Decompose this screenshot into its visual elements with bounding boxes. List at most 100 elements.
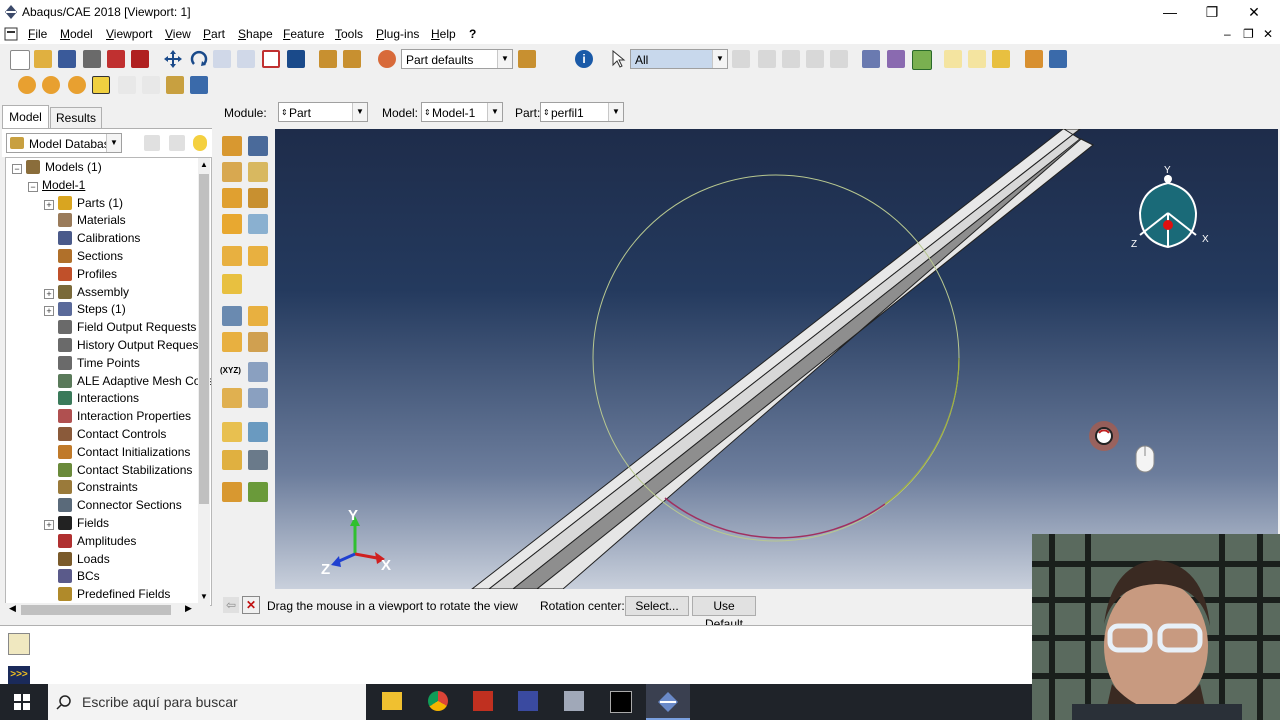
hidden-lines-icon[interactable]	[887, 50, 905, 68]
menu-plugins[interactable]: Plug-ins	[376, 27, 419, 41]
close-button[interactable]: ✕	[1234, 2, 1274, 22]
create-round-icon[interactable]	[222, 214, 242, 234]
part-defaults-select[interactable]: Part defaults ▼	[401, 49, 513, 69]
window-menu-icon[interactable]	[4, 27, 18, 41]
cycle-views-icon[interactable]	[287, 50, 305, 68]
menu-file[interactable]: File	[28, 27, 47, 41]
new-file-icon[interactable]	[10, 50, 30, 70]
tree-node[interactable]: Materials	[58, 213, 126, 231]
menu-viewport[interactable]: Viewport	[106, 27, 152, 41]
context-help-icon[interactable]: ?	[469, 27, 476, 41]
part-defaults-palette-icon[interactable]	[378, 50, 396, 68]
expand-tree-icon[interactable]	[144, 135, 160, 151]
menu-part[interactable]: Part	[203, 27, 225, 41]
wireframe-icon[interactable]	[862, 50, 880, 68]
tree-node[interactable]: Profiles	[58, 266, 117, 285]
tree-node[interactable]: BCs	[58, 569, 100, 587]
mirror-icon[interactable]	[248, 214, 268, 234]
tab-results[interactable]: Results	[50, 107, 102, 129]
front-view-icon[interactable]	[968, 50, 986, 68]
display-options-icon[interactable]	[1049, 50, 1067, 68]
collapse-tree-icon[interactable]	[169, 135, 185, 151]
replace-face-icon[interactable]	[222, 482, 242, 502]
tab-model[interactable]: Model	[2, 105, 49, 128]
datum-csys-icon[interactable]	[248, 332, 268, 352]
windows-start-icon[interactable]	[14, 694, 30, 710]
save-app-icon[interactable]	[518, 691, 538, 711]
model-database-select[interactable]: Model Database ▼	[6, 133, 122, 153]
tree-node[interactable]: Assembly	[58, 284, 129, 303]
tree-node[interactable]: Constraints	[58, 480, 138, 498]
abaqus-taskbar-button[interactable]	[646, 684, 690, 720]
reference-point-icon[interactable]	[248, 388, 268, 408]
tree-node[interactable]: Time Points	[58, 355, 140, 374]
rotate-icon[interactable]	[190, 50, 208, 68]
open-file-icon[interactable]	[34, 50, 52, 68]
minimize-button[interactable]: —	[1150, 2, 1190, 22]
geometry-edit-icon[interactable]	[222, 450, 242, 470]
instance-display-icon[interactable]	[42, 76, 60, 94]
undo-icon[interactable]	[118, 76, 136, 94]
virtual-topology-icon[interactable]	[248, 482, 268, 502]
save-icon[interactable]	[58, 50, 76, 68]
view-cube[interactable]: Y X Z	[1120, 165, 1216, 265]
shaded-icon[interactable]	[912, 50, 932, 70]
sketch-on-face-icon[interactable]	[222, 388, 242, 408]
tree-node[interactable]: Fields	[58, 516, 109, 534]
part-select[interactable]: ⇕ perfil1 ▼	[540, 102, 624, 122]
viewport-canvas[interactable]: Y X Z Y X Z	[275, 129, 1278, 589]
taskbar-search-box[interactable]: Escribe aquí para buscar	[48, 684, 366, 720]
chrome-icon[interactable]	[428, 691, 448, 711]
tree-node[interactable]: ALE Adaptive Mesh Cons	[58, 373, 211, 392]
edit-feature-icon[interactable]	[222, 274, 242, 294]
selection-options-icon[interactable]	[732, 50, 750, 68]
restore-button[interactable]: ❐	[1192, 2, 1232, 22]
export-icon[interactable]	[107, 50, 125, 68]
menu-view[interactable]: View	[165, 27, 191, 41]
set-manager-icon[interactable]	[222, 422, 242, 442]
module-select[interactable]: ⇕ Part ▼	[278, 102, 368, 122]
tree-node[interactable]: Parts (1)	[58, 195, 123, 214]
color-code-icon[interactable]	[68, 76, 86, 94]
top-view-icon[interactable]	[992, 50, 1010, 68]
create-coordinate-icon[interactable]	[248, 362, 268, 382]
box-zoom-icon[interactable]	[237, 50, 255, 68]
tree-node[interactable]: Calibrations	[58, 231, 140, 249]
select-lasso-icon[interactable]	[830, 50, 848, 68]
tree-node[interactable]: History Output Requests	[58, 338, 208, 356]
lightbulb-icon[interactable]	[193, 135, 207, 151]
mdi-restore-icon[interactable]: ❐	[1243, 27, 1254, 41]
tree-node[interactable]: Amplitudes	[58, 533, 136, 552]
tree-node[interactable]: Contact Controls	[58, 427, 166, 445]
datum-axis-icon[interactable]	[248, 306, 268, 326]
tree-expander[interactable]: +	[44, 199, 54, 210]
menu-tools[interactable]: Tools	[335, 27, 363, 41]
tree-horizontal-scrollbar[interactable]: ◀ ▶	[5, 603, 210, 617]
part-manager-icon[interactable]	[248, 136, 268, 156]
tree-node[interactable]: Interactions	[58, 391, 139, 409]
tree-expander[interactable]: +	[44, 306, 54, 317]
tree-node[interactable]: Interaction Properties	[58, 409, 191, 427]
tree-expander[interactable]: +	[44, 520, 54, 530]
back-arrow-icon[interactable]: ⇦	[223, 597, 239, 613]
model-select[interactable]: ⇕ Model-1 ▼	[421, 102, 503, 122]
create-shell-icon[interactable]	[248, 162, 268, 182]
menu-model[interactable]: Model	[60, 27, 93, 41]
app-gear-icon[interactable]	[473, 691, 493, 711]
datum-plane-icon[interactable]	[222, 332, 242, 352]
create-wire-icon[interactable]	[222, 188, 242, 208]
select-in-box-icon[interactable]	[758, 50, 776, 68]
datum-point-icon[interactable]	[222, 306, 242, 326]
terminal-icon[interactable]	[610, 691, 632, 713]
tools-icon[interactable]	[319, 50, 337, 68]
menu-shape[interactable]: Shape	[238, 27, 273, 41]
partition-face-icon[interactable]	[248, 246, 268, 266]
tree-node[interactable]: Loads	[58, 551, 110, 570]
tree-node[interactable]: Models (1)	[26, 160, 102, 178]
auto-fit-icon[interactable]	[262, 50, 280, 68]
tree-expander[interactable]: −	[28, 181, 38, 192]
tree-node[interactable]: Sections	[58, 249, 123, 267]
select-rectangle-icon[interactable]	[782, 50, 800, 68]
abaqus-viewer-icon[interactable]	[564, 691, 584, 711]
tree-node[interactable]: Contact Stabilizations	[58, 462, 192, 481]
